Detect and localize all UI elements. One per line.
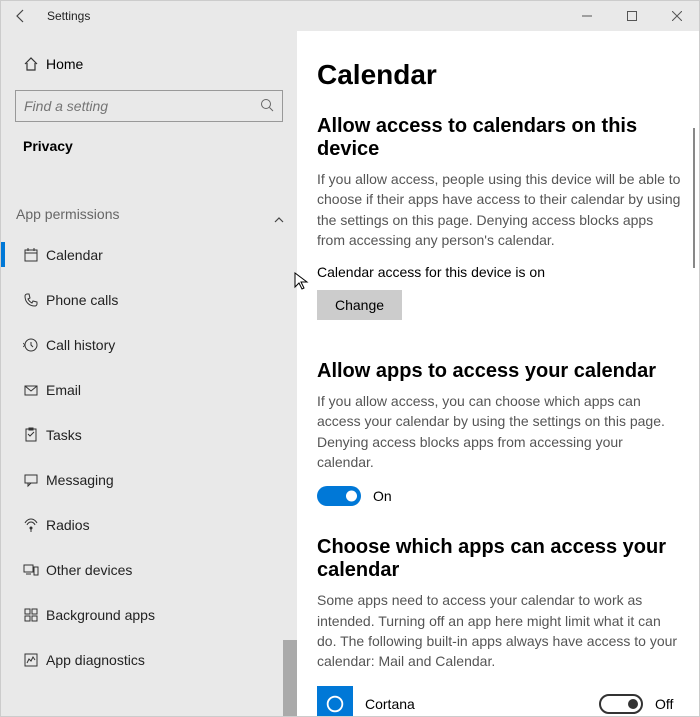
search-field[interactable] (24, 98, 260, 114)
cortana-icon (317, 686, 353, 716)
toggle-state: Off (655, 696, 681, 712)
back-button[interactable] (1, 1, 41, 31)
section-heading: Allow apps to access your calendar (317, 360, 681, 383)
section-desc: Some apps need to access your calendar t… (317, 590, 681, 671)
chevron-up-icon[interactable] (273, 214, 285, 229)
history-icon (16, 337, 46, 353)
section-desc: If you allow access, people using this d… (317, 169, 681, 250)
tasks-icon (16, 427, 46, 443)
category-label: Privacy (1, 134, 297, 168)
sidebar-item-tasks[interactable]: Tasks (1, 412, 297, 457)
toggle-label: On (373, 488, 392, 504)
app-name: Cortana (365, 696, 599, 712)
background-apps-icon (16, 607, 46, 623)
radios-icon (16, 517, 46, 533)
sidebar-item-messaging[interactable]: Messaging (1, 457, 297, 502)
change-button[interactable]: Change (317, 290, 402, 320)
section-heading: Choose which apps can access your calend… (317, 536, 681, 582)
maximize-button[interactable] (609, 1, 654, 31)
search-icon (260, 98, 274, 115)
sidebar-nav: Calendar Phone calls Call history Email … (1, 232, 297, 716)
sidebar-item-label: Background apps (46, 607, 155, 623)
sidebar-item-label: Email (46, 382, 81, 398)
home-label: Home (46, 56, 83, 72)
email-icon (16, 382, 46, 398)
content-scrollbar[interactable] (693, 128, 695, 268)
apps-access-toggle[interactable] (317, 486, 361, 506)
sidebar-item-phone-calls[interactable]: Phone calls (1, 277, 297, 322)
sidebar-item-label: App diagnostics (46, 652, 145, 668)
diagnostics-icon (16, 652, 46, 668)
home-link[interactable]: Home (1, 46, 297, 82)
app-row-cortana: Cortana Off (317, 686, 681, 716)
sidebar-scrollbar[interactable] (283, 640, 297, 716)
sidebar-item-label: Tasks (46, 427, 82, 443)
titlebar: Settings (1, 1, 699, 31)
devices-icon (16, 562, 46, 578)
minimize-button[interactable] (564, 1, 609, 31)
sidebar-item-radios[interactable]: Radios (1, 502, 297, 547)
sidebar-item-call-history[interactable]: Call history (1, 322, 297, 367)
sidebar-item-email[interactable]: Email (1, 367, 297, 412)
section-heading: Allow access to calendars on this device (317, 115, 681, 161)
sidebar-item-calendar[interactable]: Calendar (1, 232, 297, 277)
sidebar-item-label: Radios (46, 517, 90, 533)
phone-icon (16, 292, 46, 308)
sidebar-item-label: Phone calls (46, 292, 118, 308)
group-label: App permissions (1, 168, 297, 232)
page-title: Calendar (317, 59, 681, 91)
sidebar-item-app-diagnostics[interactable]: App diagnostics (1, 637, 297, 682)
calendar-icon (16, 247, 46, 263)
cortana-toggle[interactable] (599, 694, 643, 714)
device-access-status: Calendar access for this device is on (317, 264, 681, 280)
messaging-icon (16, 472, 46, 488)
sidebar-item-label: Messaging (46, 472, 114, 488)
sidebar-item-label: Call history (46, 337, 115, 353)
sidebar: Home Privacy App permissions Calendar (1, 31, 297, 716)
home-icon (16, 56, 46, 72)
section-desc: If you allow access, you can choose whic… (317, 391, 681, 472)
sidebar-item-label: Other devices (46, 562, 132, 578)
content-pane: Calendar Allow access to calendars on th… (297, 31, 699, 716)
close-button[interactable] (654, 1, 699, 31)
sidebar-item-other-devices[interactable]: Other devices (1, 547, 297, 592)
sidebar-item-background-apps[interactable]: Background apps (1, 592, 297, 637)
search-input[interactable] (15, 90, 283, 122)
sidebar-item-label: Calendar (46, 247, 103, 263)
window-title: Settings (47, 9, 90, 23)
